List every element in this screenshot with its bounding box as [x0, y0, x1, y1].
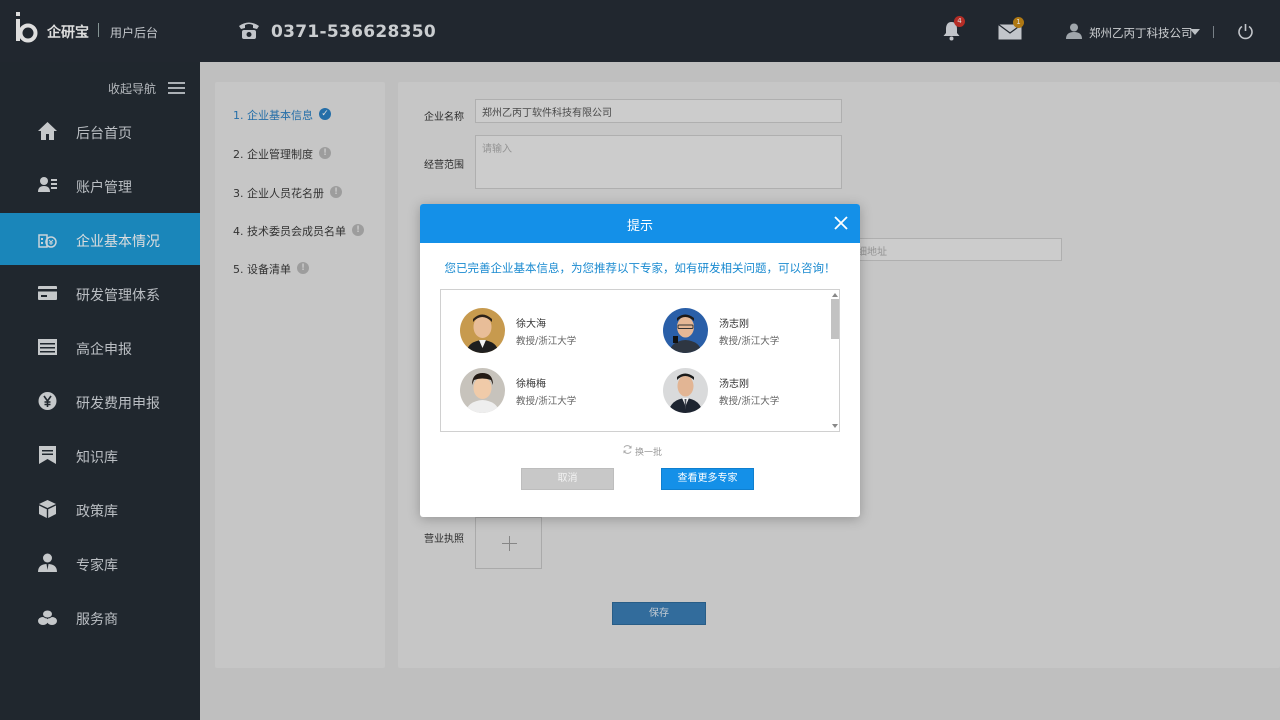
expert-card[interactable]: 汤志刚 教授/浙江大学	[663, 368, 843, 414]
refresh-batch-link[interactable]: 换一批	[635, 445, 662, 458]
expert-card[interactable]: 徐梅梅 教授/浙江大学	[460, 368, 640, 414]
avatar	[663, 368, 708, 413]
expert-name: 徐梅梅	[516, 379, 546, 390]
expert-card[interactable]: 徐大海 教授/浙江大学	[460, 308, 640, 354]
dialog-message: 您已完善企业基本信息，为您推荐以下专家，如有研发相关问题，可以咨询！	[444, 261, 836, 275]
expert-list: 徐大海 教授/浙江大学 汤志刚 教授/浙江大学 徐梅梅 教授/浙江大学 汤志刚 …	[440, 289, 840, 432]
expert-list-scrollbar[interactable]	[831, 291, 840, 431]
scroll-down-arrow-icon[interactable]	[832, 424, 838, 428]
expert-name: 徐大海	[516, 319, 546, 330]
close-icon[interactable]	[834, 216, 848, 230]
scroll-thumb[interactable]	[831, 299, 839, 339]
scroll-up-arrow-icon[interactable]	[832, 293, 838, 297]
cancel-button[interactable]: 取消	[521, 468, 614, 490]
expert-title: 教授/浙江大学	[516, 336, 577, 347]
expert-title: 教授/浙江大学	[719, 396, 780, 407]
avatar	[460, 308, 505, 353]
expert-title: 教授/浙江大学	[516, 396, 577, 407]
expert-name: 汤志刚	[719, 379, 749, 390]
expert-name: 汤志刚	[719, 319, 749, 330]
avatar	[460, 368, 505, 413]
expert-recommend-dialog: 提示 您已完善企业基本信息，为您推荐以下专家，如有研发相关问题，可以咨询！ 徐大…	[420, 204, 860, 517]
refresh-icon[interactable]	[622, 444, 633, 455]
view-more-experts-button[interactable]: 查看更多专家	[661, 468, 754, 490]
dialog-title: 提示	[626, 219, 653, 234]
expert-title: 教授/浙江大学	[719, 336, 780, 347]
avatar	[663, 308, 708, 353]
expert-card[interactable]: 汤志刚 教授/浙江大学	[663, 308, 843, 354]
dialog-header: 提示	[420, 204, 860, 243]
